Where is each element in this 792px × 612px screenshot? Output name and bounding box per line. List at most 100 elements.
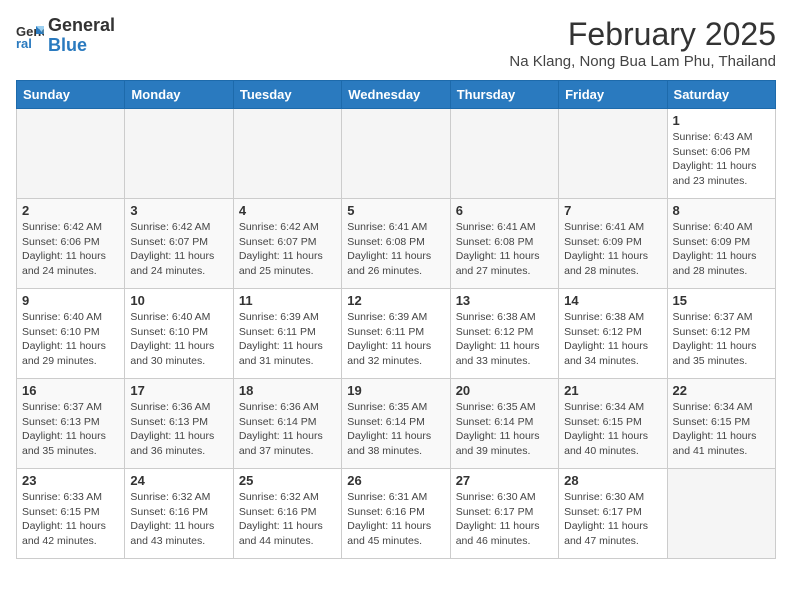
day-info: Sunrise: 6:41 AM Sunset: 6:08 PM Dayligh…	[347, 220, 444, 279]
calendar-cell: 1 Sunrise: 6:43 AM Sunset: 6:06 PM Daylig…	[667, 109, 775, 199]
weekday-header-row: SundayMondayTuesdayWednesdayThursdayFrid…	[17, 81, 776, 109]
day-info: Sunrise: 6:32 AM Sunset: 6:16 PM Dayligh…	[239, 490, 336, 549]
day-number: 7	[564, 203, 661, 218]
calendar-cell: 6 Sunrise: 6:41 AM Sunset: 6:08 PM Daylig…	[450, 199, 558, 289]
month-year-title: February 2025	[509, 16, 776, 53]
calendar-cell	[667, 469, 775, 559]
logo-icon: Gene ral	[16, 22, 44, 50]
calendar-cell: 18 Sunrise: 6:36 AM Sunset: 6:14 PM Dayli…	[233, 379, 341, 469]
calendar-cell: 17 Sunrise: 6:36 AM Sunset: 6:13 PM Dayli…	[125, 379, 233, 469]
calendar-cell: 5 Sunrise: 6:41 AM Sunset: 6:08 PM Daylig…	[342, 199, 450, 289]
calendar-cell: 28 Sunrise: 6:30 AM Sunset: 6:17 PM Dayli…	[559, 469, 667, 559]
day-info: Sunrise: 6:43 AM Sunset: 6:06 PM Dayligh…	[673, 130, 770, 189]
day-info: Sunrise: 6:42 AM Sunset: 6:07 PM Dayligh…	[130, 220, 227, 279]
day-info: Sunrise: 6:39 AM Sunset: 6:11 PM Dayligh…	[239, 310, 336, 369]
calendar-cell: 13 Sunrise: 6:38 AM Sunset: 6:12 PM Dayli…	[450, 289, 558, 379]
day-info: Sunrise: 6:40 AM Sunset: 6:10 PM Dayligh…	[130, 310, 227, 369]
calendar-cell	[559, 109, 667, 199]
calendar-cell: 20 Sunrise: 6:35 AM Sunset: 6:14 PM Dayli…	[450, 379, 558, 469]
calendar-cell: 21 Sunrise: 6:34 AM Sunset: 6:15 PM Dayli…	[559, 379, 667, 469]
weekday-header-wednesday: Wednesday	[342, 81, 450, 109]
day-info: Sunrise: 6:34 AM Sunset: 6:15 PM Dayligh…	[564, 400, 661, 459]
calendar-week-row: 9Sunrise: 6:40 AM Sunset: 6:10 PM Daylig…	[17, 289, 776, 379]
weekday-header-saturday: Saturday	[667, 81, 775, 109]
day-number: 18	[239, 383, 336, 398]
day-number: 26	[347, 473, 444, 488]
day-number: 19	[347, 383, 444, 398]
calendar-cell: 7 Sunrise: 6:41 AM Sunset: 6:09 PM Daylig…	[559, 199, 667, 289]
day-info: Sunrise: 6:34 AM Sunset: 6:15 PM Dayligh…	[673, 400, 770, 459]
day-number: 16	[22, 383, 119, 398]
day-number: 27	[456, 473, 553, 488]
day-number: 10	[130, 293, 227, 308]
day-info: Sunrise: 6:32 AM Sunset: 6:16 PM Dayligh…	[130, 490, 227, 549]
day-number: 5	[347, 203, 444, 218]
day-info: Sunrise: 6:37 AM Sunset: 6:12 PM Dayligh…	[673, 310, 770, 369]
calendar-cell: 12Sunrise: 6:39 AM Sunset: 6:11 PM Dayli…	[342, 289, 450, 379]
logo: Gene ral General Blue	[16, 16, 115, 56]
calendar-cell: 25Sunrise: 6:32 AM Sunset: 6:16 PM Dayli…	[233, 469, 341, 559]
calendar-cell: 19 Sunrise: 6:35 AM Sunset: 6:14 PM Dayli…	[342, 379, 450, 469]
day-number: 21	[564, 383, 661, 398]
day-info: Sunrise: 6:40 AM Sunset: 6:09 PM Dayligh…	[673, 220, 770, 279]
calendar-cell: 26 Sunrise: 6:31 AM Sunset: 6:16 PM Dayli…	[342, 469, 450, 559]
calendar-cell: 8 Sunrise: 6:40 AM Sunset: 6:09 PM Daylig…	[667, 199, 775, 289]
day-info: Sunrise: 6:36 AM Sunset: 6:13 PM Dayligh…	[130, 400, 227, 459]
day-number: 28	[564, 473, 661, 488]
calendar-week-row: 16Sunrise: 6:37 AM Sunset: 6:13 PM Dayli…	[17, 379, 776, 469]
day-info: Sunrise: 6:38 AM Sunset: 6:12 PM Dayligh…	[564, 310, 661, 369]
day-info: Sunrise: 6:36 AM Sunset: 6:14 PM Dayligh…	[239, 400, 336, 459]
weekday-header-sunday: Sunday	[17, 81, 125, 109]
day-number: 11	[239, 293, 336, 308]
day-info: Sunrise: 6:33 AM Sunset: 6:15 PM Dayligh…	[22, 490, 119, 549]
calendar-cell: 15 Sunrise: 6:37 AM Sunset: 6:12 PM Dayli…	[667, 289, 775, 379]
day-number: 17	[130, 383, 227, 398]
day-number: 15	[673, 293, 770, 308]
day-number: 6	[456, 203, 553, 218]
day-info: Sunrise: 6:41 AM Sunset: 6:08 PM Dayligh…	[456, 220, 553, 279]
calendar-cell	[17, 109, 125, 199]
day-number: 14	[564, 293, 661, 308]
day-info: Sunrise: 6:35 AM Sunset: 6:14 PM Dayligh…	[347, 400, 444, 459]
calendar-cell: 16Sunrise: 6:37 AM Sunset: 6:13 PM Dayli…	[17, 379, 125, 469]
day-info: Sunrise: 6:35 AM Sunset: 6:14 PM Dayligh…	[456, 400, 553, 459]
calendar-cell	[125, 109, 233, 199]
calendar-cell: 24 Sunrise: 6:32 AM Sunset: 6:16 PM Dayli…	[125, 469, 233, 559]
title-section: February 2025 Na Klang, Nong Bua Lam Phu…	[509, 16, 776, 70]
day-info: Sunrise: 6:38 AM Sunset: 6:12 PM Dayligh…	[456, 310, 553, 369]
logo-general-text: General	[48, 16, 115, 36]
weekday-header-thursday: Thursday	[450, 81, 558, 109]
day-number: 4	[239, 203, 336, 218]
weekday-header-monday: Monday	[125, 81, 233, 109]
svg-text:ral: ral	[16, 36, 32, 50]
page-header: Gene ral General Blue February 2025 Na K…	[16, 16, 776, 70]
day-info: Sunrise: 6:40 AM Sunset: 6:10 PM Dayligh…	[22, 310, 119, 369]
day-number: 13	[456, 293, 553, 308]
day-number: 23	[22, 473, 119, 488]
day-info: Sunrise: 6:31 AM Sunset: 6:16 PM Dayligh…	[347, 490, 444, 549]
day-info: Sunrise: 6:30 AM Sunset: 6:17 PM Dayligh…	[456, 490, 553, 549]
weekday-header-tuesday: Tuesday	[233, 81, 341, 109]
calendar-week-row: 2 Sunrise: 6:42 AM Sunset: 6:06 PM Daylig…	[17, 199, 776, 289]
calendar-cell	[233, 109, 341, 199]
day-info: Sunrise: 6:42 AM Sunset: 6:06 PM Dayligh…	[22, 220, 119, 279]
calendar-cell: 22Sunrise: 6:34 AM Sunset: 6:15 PM Dayli…	[667, 379, 775, 469]
calendar-week-row: 1 Sunrise: 6:43 AM Sunset: 6:06 PM Daylig…	[17, 109, 776, 199]
day-number: 20	[456, 383, 553, 398]
day-number: 1	[673, 113, 770, 128]
day-info: Sunrise: 6:30 AM Sunset: 6:17 PM Dayligh…	[564, 490, 661, 549]
calendar-cell	[450, 109, 558, 199]
calendar-cell: 4Sunrise: 6:42 AM Sunset: 6:07 PM Daylig…	[233, 199, 341, 289]
day-info: Sunrise: 6:41 AM Sunset: 6:09 PM Dayligh…	[564, 220, 661, 279]
day-number: 2	[22, 203, 119, 218]
calendar-cell: 11 Sunrise: 6:39 AM Sunset: 6:11 PM Dayli…	[233, 289, 341, 379]
day-info: Sunrise: 6:39 AM Sunset: 6:11 PM Dayligh…	[347, 310, 444, 369]
calendar-cell	[342, 109, 450, 199]
day-number: 24	[130, 473, 227, 488]
calendar-cell: 2 Sunrise: 6:42 AM Sunset: 6:06 PM Daylig…	[17, 199, 125, 289]
calendar-cell: 23 Sunrise: 6:33 AM Sunset: 6:15 PM Dayli…	[17, 469, 125, 559]
calendar-cell: 27 Sunrise: 6:30 AM Sunset: 6:17 PM Dayli…	[450, 469, 558, 559]
location-subtitle: Na Klang, Nong Bua Lam Phu, Thailand	[509, 53, 776, 70]
weekday-header-friday: Friday	[559, 81, 667, 109]
day-number: 8	[673, 203, 770, 218]
